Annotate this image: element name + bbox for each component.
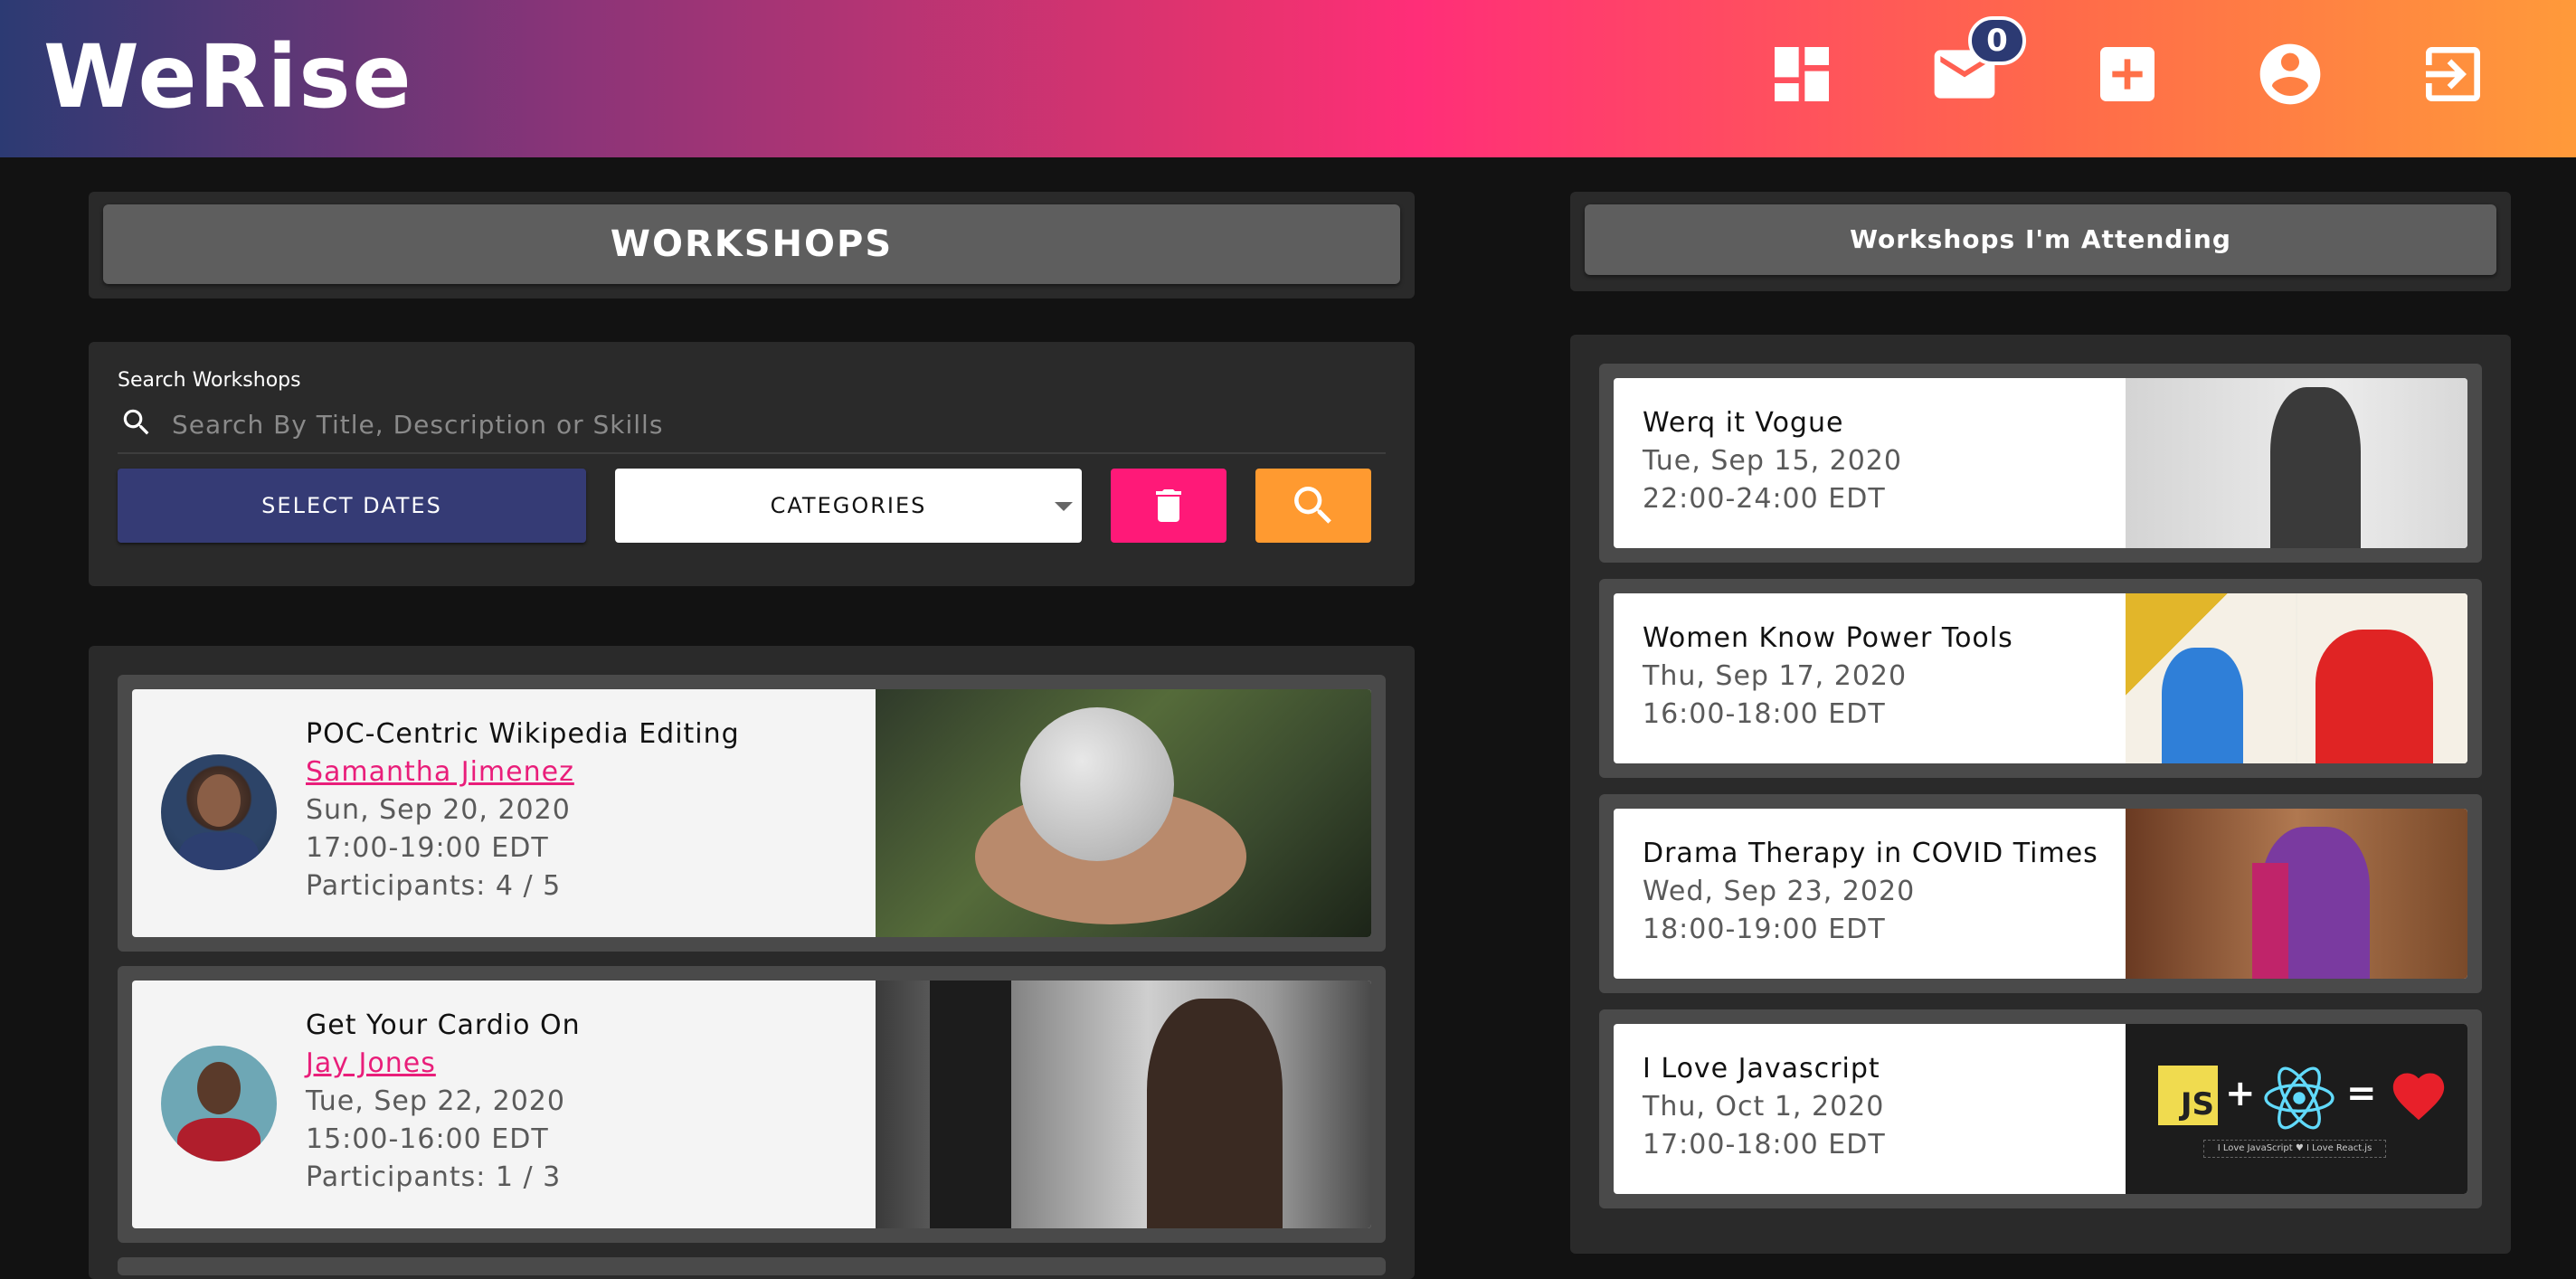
workshop-card-body[interactable]: Get Your Cardio On Jay Jones Tue, Sep 22… — [132, 981, 1371, 1228]
select-dates-button[interactable]: SELECT DATES — [118, 469, 586, 543]
search-icon — [123, 409, 149, 435]
attending-card-body[interactable]: I Love Javascript Thu, Oct 1, 2020 17:00… — [1614, 1024, 2467, 1194]
attending-title-text: I Love Javascript — [1643, 1053, 1880, 1085]
attending-card-body[interactable]: Women Know Power Tools Thu, Sep 17, 2020… — [1614, 593, 2467, 763]
search-input[interactable] — [170, 405, 1377, 443]
workshop-date: Sun, Sep 20, 2020 — [306, 794, 571, 826]
dashboard-icon[interactable] — [1766, 38, 1838, 110]
workshop-title: Get Your Cardio On — [306, 1009, 581, 1041]
categories-select[interactable]: CATEGORIES — [615, 469, 1082, 543]
host-avatar — [161, 1046, 277, 1161]
workshop-date: Tue, Sep 22, 2020 — [306, 1085, 565, 1117]
workshop-image — [876, 689, 1371, 937]
mail-badge: 0 — [1968, 16, 2026, 65]
clear-filters-button[interactable] — [1111, 469, 1226, 543]
add-icon[interactable] — [2091, 38, 2164, 110]
top-bar: WeRise 0 — [0, 0, 2576, 157]
select-dates-label: SELECT DATES — [261, 493, 442, 518]
search-icon — [1294, 487, 1331, 524]
attending-date: Tue, Sep 15, 2020 — [1643, 445, 1902, 477]
workshop-host-link[interactable]: Jay Jones — [306, 1047, 436, 1079]
attending-time: 18:00-19:00 EDT — [1643, 914, 1886, 945]
attending-time: 16:00-18:00 EDT — [1643, 698, 1886, 730]
attending-image — [2126, 593, 2467, 763]
attending-card-body[interactable]: Werq it Vogue Tue, Sep 15, 2020 22:00-24… — [1614, 378, 2467, 548]
js-logo: JS — [2158, 1066, 2218, 1125]
heart-icon — [2392, 1073, 2445, 1121]
app-logo[interactable]: WeRise — [43, 27, 413, 127]
workshop-card[interactable] — [118, 1257, 1386, 1275]
attending-date: Thu, Oct 1, 2020 — [1643, 1091, 1885, 1123]
workshops-title: WORKSHOPS — [103, 204, 1400, 284]
workshop-participants: Participants: 1 / 3 — [306, 1161, 562, 1193]
workshop-time: 17:00-19:00 EDT — [306, 832, 549, 864]
attending-image — [2126, 809, 2467, 979]
workshop-participants: Participants: 4 / 5 — [306, 870, 562, 902]
attending-card-body[interactable]: Drama Therapy in COVID Times Wed, Sep 23… — [1614, 809, 2467, 979]
attending-title-text: Werq it Vogue — [1643, 407, 1844, 439]
trash-icon — [1156, 489, 1181, 522]
attending-date: Thu, Sep 17, 2020 — [1643, 660, 1908, 692]
attending-image — [2126, 378, 2467, 548]
account-icon[interactable] — [2254, 38, 2326, 110]
equals-sign-icon: = — [2346, 1073, 2377, 1114]
attending-title: Workshops I'm Attending — [1585, 204, 2496, 275]
workshop-image — [876, 981, 1371, 1228]
search-label: Search Workshops — [118, 369, 301, 392]
attending-image: JS + = I Love JavaScript ♥ I Love React.… — [2126, 1024, 2467, 1194]
attending-title-text: Women Know Power Tools — [1643, 622, 2013, 654]
workshop-title: POC-Centric Wikipedia Editing — [306, 718, 740, 750]
attending-title-text: Drama Therapy in COVID Times — [1643, 838, 2098, 869]
react-icon — [2264, 1066, 2334, 1130]
workshop-host-link[interactable]: Samantha Jimenez — [306, 756, 574, 788]
workshop-time: 15:00-16:00 EDT — [306, 1123, 549, 1155]
categories-label: CATEGORIES — [770, 493, 927, 518]
attending-time: 17:00-18:00 EDT — [1643, 1129, 1886, 1161]
attending-date: Wed, Sep 23, 2020 — [1643, 876, 1916, 907]
search-field — [118, 398, 1386, 454]
workshop-card-body[interactable]: POC-Centric Wikipedia Editing Samantha J… — [132, 689, 1371, 937]
dropdown-arrow-icon — [1055, 502, 1073, 511]
logout-icon[interactable] — [2417, 38, 2489, 110]
js-caption: I Love JavaScript ♥ I Love React.js — [2203, 1140, 2386, 1158]
search-button[interactable] — [1255, 469, 1371, 543]
plus-sign-icon: + — [2225, 1073, 2256, 1114]
attending-time: 22:00-24:00 EDT — [1643, 483, 1886, 515]
host-avatar — [161, 754, 277, 870]
